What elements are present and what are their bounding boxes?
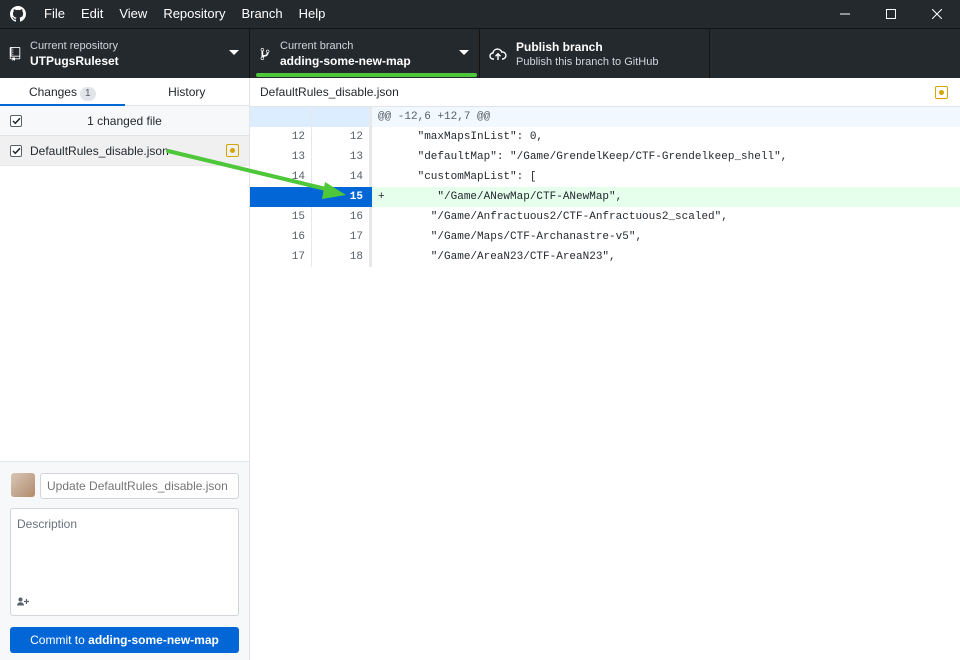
menu-help[interactable]: Help [291, 0, 334, 28]
sidebar-tabs: Changes 1 History [0, 78, 249, 106]
select-all-checkbox[interactable] [10, 114, 22, 127]
window-controls [822, 0, 960, 28]
commit-button-prefix: Commit to [30, 633, 89, 647]
maximize-icon[interactable] [868, 0, 914, 28]
old-line-number: 14 [250, 167, 312, 187]
chevron-down-icon [459, 50, 469, 55]
title-bar: File Edit View Repository Branch Help [0, 0, 960, 28]
old-line-number: 15 [250, 207, 312, 227]
tab-history-label: History [168, 85, 206, 99]
diff-file-header: DefaultRules_disable.json [250, 78, 960, 107]
diff-line-context[interactable]: 17 18 "/Game/AreaN23/CTF-AreaN23", [250, 247, 960, 267]
commit-panel: Description Commit to adding-some-new-ma… [0, 461, 249, 660]
old-line-number [250, 107, 312, 127]
tab-changes[interactable]: Changes 1 [0, 78, 125, 106]
code-line: + "/Game/ANewMap/CTF-ANewMap", [372, 187, 960, 207]
new-line-number: 12 [312, 127, 372, 147]
code-line: "/Game/Maps/CTF-Archanastre-v5", [378, 231, 643, 243]
avatar [11, 473, 35, 497]
current-repository-name: UTPugsRuleset [30, 53, 119, 68]
tab-changes-label: Changes [28, 85, 77, 99]
file-modified-icon [226, 144, 239, 157]
diff-view: @@ -12,6 +12,7 @@ 12 12 "maxMapsInList": … [250, 107, 960, 267]
cloud-upload-icon [480, 47, 516, 61]
diff-line-context[interactable]: 16 17 "/Game/Maps/CTF-Archanastre-v5", [250, 227, 960, 247]
new-line-number: 17 [312, 227, 372, 247]
file-modified-icon [935, 85, 948, 99]
minimize-icon[interactable] [822, 0, 868, 28]
diff-line-context[interactable]: 13 13 "defaultMap": "/Game/GrendelKeep/CT… [250, 147, 960, 167]
new-line-number: 18 [312, 247, 372, 267]
diff-line-added[interactable]: 15 + "/Game/ANewMap/CTF-ANewMap", [250, 187, 960, 207]
current-repository-label: Current repository [30, 39, 119, 52]
close-icon[interactable] [914, 0, 960, 28]
chevron-down-icon [229, 50, 239, 55]
branch-highlight-underline [256, 73, 477, 77]
old-line-number: 16 [250, 227, 312, 247]
diff-lines: 12 12 "maxMapsInList": 0, 13 13 "defaultMap… [250, 127, 960, 267]
changed-files-count: 1 changed file [87, 113, 162, 128]
old-line-number: 13 [250, 147, 312, 167]
menu-branch[interactable]: Branch [233, 0, 290, 28]
repo-icon [0, 46, 30, 61]
publish-branch-title: Publish branch [516, 39, 603, 54]
commit-summary-input[interactable] [40, 473, 239, 499]
new-line-number [312, 107, 372, 127]
toolbar: Current repository UTPugsRuleset Current… [0, 28, 960, 78]
current-branch-button[interactable]: Current branch adding-some-new-map [250, 29, 480, 78]
diff-line-context[interactable]: 12 12 "maxMapsInList": 0, [250, 127, 960, 147]
old-line-number: 12 [250, 127, 312, 147]
diff-line-context[interactable]: 15 16 "/Game/Anfractuous2/CTF-Anfractuous… [250, 207, 960, 227]
new-line-number: 15 [312, 187, 372, 207]
changed-files-header: 1 changed file [0, 106, 249, 136]
commit-button-branch: adding-some-new-map [88, 633, 219, 647]
list-item[interactable]: DefaultRules_disable.json [0, 136, 249, 166]
file-name: DefaultRules_disable.json [30, 143, 169, 158]
menu-view[interactable]: View [111, 0, 155, 28]
new-line-number: 16 [312, 207, 372, 227]
current-branch-name: adding-some-new-map [280, 53, 411, 68]
current-branch-label: Current branch [280, 39, 354, 52]
code-line: "/Game/Anfractuous2/CTF-Anfractuous2_sca… [378, 211, 728, 223]
publish-branch-subtitle: Publish this branch to GitHub [516, 55, 659, 68]
old-line-number: 17 [250, 247, 312, 267]
github-logo-icon [0, 0, 36, 28]
code-line: "defaultMap": "/Game/GrendelKeep/CTF-Gre… [378, 151, 788, 163]
menu-repository[interactable]: Repository [155, 0, 233, 28]
new-line-number: 14 [312, 167, 372, 187]
code-line: "maxMapsInList": 0, [378, 131, 544, 143]
diff-file-name: DefaultRules_disable.json [260, 85, 399, 99]
diff-hunk-header[interactable]: @@ -12,6 +12,7 @@ [250, 107, 960, 127]
changes-count-badge: 1 [79, 87, 96, 101]
commit-button[interactable]: Commit to adding-some-new-map [10, 627, 239, 653]
commit-description-field[interactable]: Description [10, 508, 239, 616]
code-line: "/Game/AreaN23/CTF-AreaN23", [378, 251, 616, 263]
publish-branch-button[interactable]: Publish branch Publish this branch to Gi… [480, 29, 710, 78]
hunk-text: @@ -12,6 +12,7 @@ [372, 107, 960, 127]
description-placeholder: Description [17, 517, 78, 531]
tab-history[interactable]: History [125, 78, 250, 105]
file-checkbox[interactable] [10, 144, 22, 157]
add-coauthor-icon[interactable] [17, 597, 29, 609]
new-line-number: 13 [312, 147, 372, 167]
code-line: "customMapList": [ [378, 171, 537, 183]
branch-icon [250, 47, 280, 61]
menu-edit[interactable]: Edit [73, 0, 111, 28]
diff-line-context[interactable]: 14 14 "customMapList": [ [250, 167, 960, 187]
old-line-number [250, 187, 312, 207]
current-repository-button[interactable]: Current repository UTPugsRuleset [0, 29, 250, 78]
sidebar: Changes 1 History 1 changed file DefaultR… [0, 78, 250, 660]
menu-file[interactable]: File [36, 0, 73, 28]
